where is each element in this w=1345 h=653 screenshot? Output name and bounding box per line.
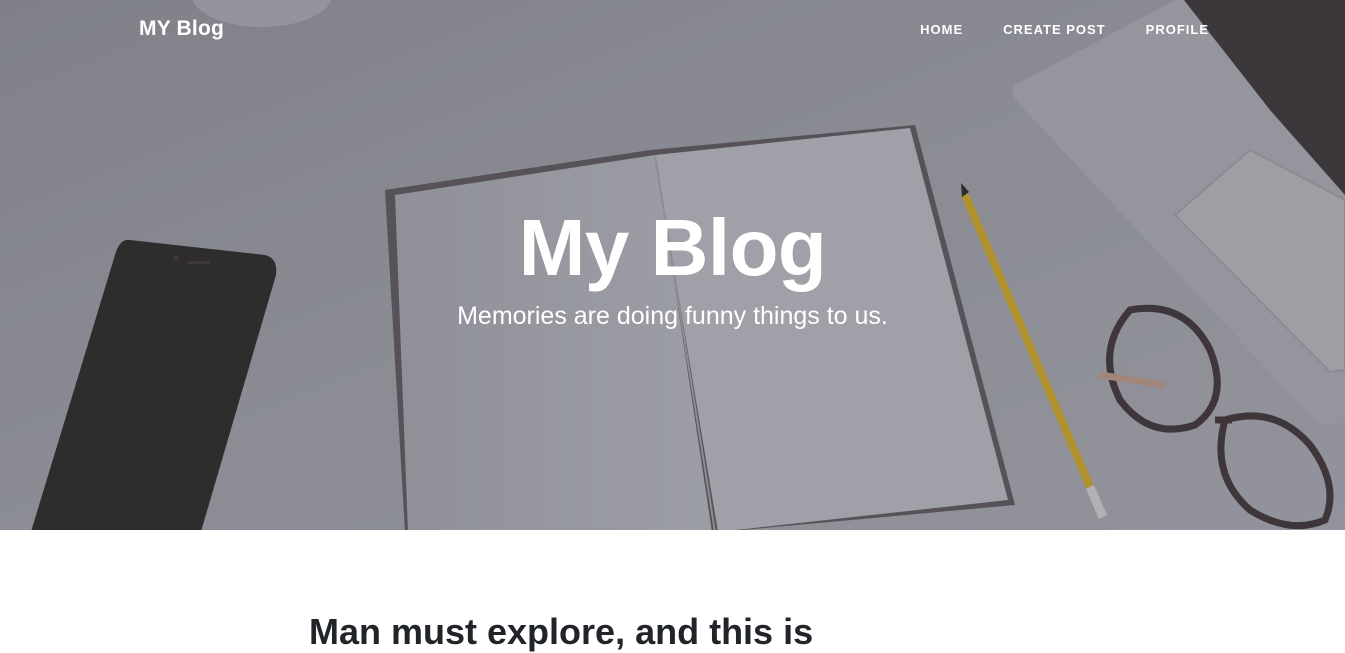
hero-title: My Blog	[518, 203, 827, 292]
nav-item-profile[interactable]: PROFILE	[1106, 22, 1209, 37]
hero-subtitle: Memories are doing funny things to us.	[457, 302, 888, 330]
nav-item-create-post[interactable]: CREATE POST	[963, 22, 1106, 37]
hero-header: MY Blog HOME CREATE POST PROFILE My Blog…	[0, 0, 1345, 530]
brand-logo-link[interactable]: MY Blog	[139, 17, 224, 41]
main-nav: HOME CREATE POST PROFILE	[880, 22, 1209, 37]
post-preview-title[interactable]: Man must explore, and this is	[309, 608, 813, 653]
nav-item-home[interactable]: HOME	[880, 22, 963, 37]
page: MY Blog HOME CREATE POST PROFILE My Blog…	[0, 0, 1345, 653]
